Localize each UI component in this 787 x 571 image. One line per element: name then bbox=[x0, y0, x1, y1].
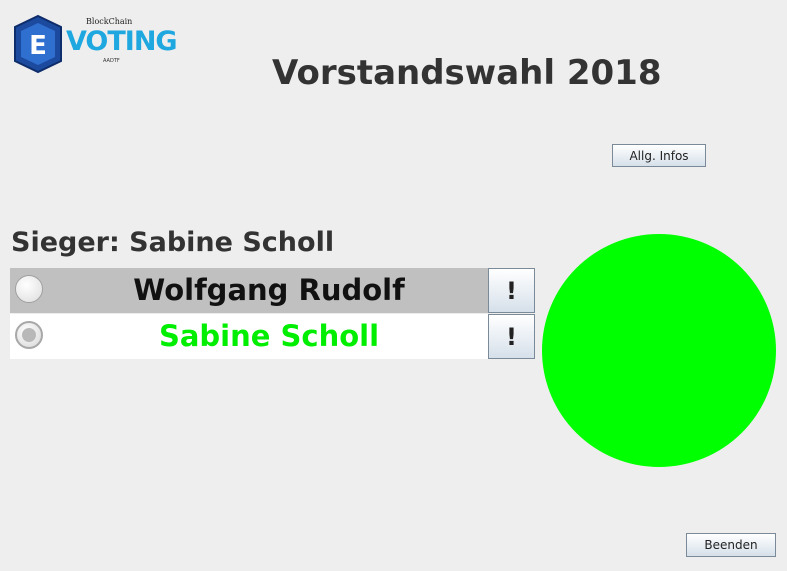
candidate-name: Sabine Scholl bbox=[158, 319, 380, 353]
exit-button[interactable]: Beenden bbox=[686, 533, 776, 557]
logo-bottom-text: AADTF bbox=[103, 58, 120, 64]
winner-label: Sieger: Sabine Scholl bbox=[11, 227, 335, 258]
page-title: Vorstandswahl 2018 bbox=[272, 53, 662, 93]
candidate-info-button[interactable]: ! bbox=[488, 314, 535, 359]
candidate-name: Wolfgang Rudolf bbox=[133, 273, 405, 307]
result-indicator-circle bbox=[542, 234, 776, 467]
candidate-radio[interactable] bbox=[15, 275, 43, 303]
hexagon-logo-icon: E bbox=[14, 14, 62, 74]
candidate-row-wolfgang-rudolf[interactable]: Wolfgang Rudolf bbox=[10, 268, 488, 313]
candidate-info-button[interactable]: ! bbox=[488, 268, 535, 313]
candidate-row-sabine-scholl[interactable]: Sabine Scholl bbox=[10, 314, 488, 359]
app-logo: E BlockChain VOTING AADTF bbox=[10, 14, 178, 74]
logo-main-text: VOTING bbox=[66, 26, 178, 57]
candidate-radio-selected[interactable] bbox=[15, 321, 43, 349]
logo-letter: E bbox=[29, 31, 47, 61]
logo-top-text: BlockChain bbox=[86, 17, 133, 26]
general-info-button[interactable]: Allg. Infos bbox=[612, 144, 706, 167]
